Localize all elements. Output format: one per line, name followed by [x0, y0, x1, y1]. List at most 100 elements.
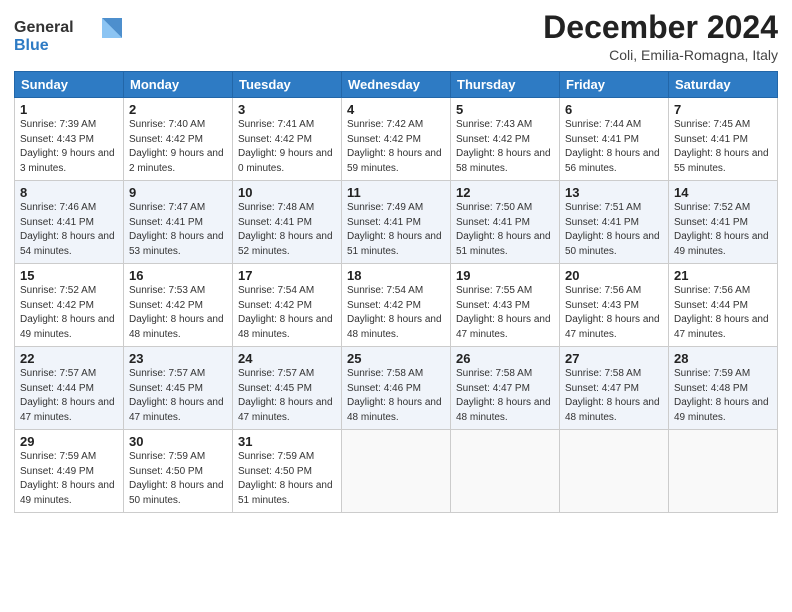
calendar-week-row: 15 Sunrise: 7:52 AMSunset: 4:42 PMDaylig…: [15, 264, 778, 347]
day-number: 4: [347, 102, 445, 117]
day-info: Sunrise: 7:59 AMSunset: 4:50 PMDaylight:…: [129, 450, 227, 508]
calendar-cell: 11 Sunrise: 7:49 AMSunset: 4:41 PMDaylig…: [342, 181, 451, 264]
calendar-header-saturday: Saturday: [669, 72, 778, 98]
calendar-cell: 24 Sunrise: 7:57 AMSunset: 4:45 PMDaylig…: [233, 347, 342, 430]
day-number: 22: [20, 351, 118, 366]
day-info: Sunrise: 7:39 AMSunset: 4:43 PMDaylight:…: [20, 118, 118, 176]
calendar-table: SundayMondayTuesdayWednesdayThursdayFrid…: [14, 71, 778, 513]
calendar-cell: 3 Sunrise: 7:41 AMSunset: 4:42 PMDayligh…: [233, 98, 342, 181]
svg-text:Blue: Blue: [14, 37, 49, 54]
general-blue-logo: General Blue: [14, 14, 124, 58]
day-info: Sunrise: 7:45 AMSunset: 4:41 PMDaylight:…: [674, 118, 772, 176]
calendar-cell: 14 Sunrise: 7:52 AMSunset: 4:41 PMDaylig…: [669, 181, 778, 264]
calendar-week-row: 1 Sunrise: 7:39 AMSunset: 4:43 PMDayligh…: [15, 98, 778, 181]
calendar-cell: 29 Sunrise: 7:59 AMSunset: 4:49 PMDaylig…: [15, 430, 124, 513]
day-number: 2: [129, 102, 227, 117]
day-info: Sunrise: 7:48 AMSunset: 4:41 PMDaylight:…: [238, 201, 336, 259]
calendar-cell: 8 Sunrise: 7:46 AMSunset: 4:41 PMDayligh…: [15, 181, 124, 264]
day-number: 21: [674, 268, 772, 283]
day-number: 18: [347, 268, 445, 283]
day-info: Sunrise: 7:58 AMSunset: 4:47 PMDaylight:…: [456, 367, 554, 425]
day-number: 6: [565, 102, 663, 117]
calendar-cell: 27 Sunrise: 7:58 AMSunset: 4:47 PMDaylig…: [560, 347, 669, 430]
calendar-cell: 25 Sunrise: 7:58 AMSunset: 4:46 PMDaylig…: [342, 347, 451, 430]
day-info: Sunrise: 7:59 AMSunset: 4:49 PMDaylight:…: [20, 450, 118, 508]
day-number: 12: [456, 185, 554, 200]
calendar-cell: 30 Sunrise: 7:59 AMSunset: 4:50 PMDaylig…: [124, 430, 233, 513]
logo: General Blue: [14, 14, 124, 63]
day-number: 17: [238, 268, 336, 283]
calendar-cell: 19 Sunrise: 7:55 AMSunset: 4:43 PMDaylig…: [451, 264, 560, 347]
day-info: Sunrise: 7:59 AMSunset: 4:48 PMDaylight:…: [674, 367, 772, 425]
day-number: 20: [565, 268, 663, 283]
day-number: 14: [674, 185, 772, 200]
day-info: Sunrise: 7:46 AMSunset: 4:41 PMDaylight:…: [20, 201, 118, 259]
day-number: 16: [129, 268, 227, 283]
calendar-cell: [342, 430, 451, 513]
title-block: December 2024 Coli, Emilia-Romagna, Ital…: [543, 10, 778, 63]
calendar-week-row: 22 Sunrise: 7:57 AMSunset: 4:44 PMDaylig…: [15, 347, 778, 430]
day-number: 11: [347, 185, 445, 200]
day-info: Sunrise: 7:58 AMSunset: 4:47 PMDaylight:…: [565, 367, 663, 425]
day-number: 5: [456, 102, 554, 117]
day-number: 9: [129, 185, 227, 200]
calendar-cell: 13 Sunrise: 7:51 AMSunset: 4:41 PMDaylig…: [560, 181, 669, 264]
subtitle: Coli, Emilia-Romagna, Italy: [543, 47, 778, 63]
calendar-header-thursday: Thursday: [451, 72, 560, 98]
main-title: December 2024: [543, 10, 778, 45]
calendar-week-row: 8 Sunrise: 7:46 AMSunset: 4:41 PMDayligh…: [15, 181, 778, 264]
day-number: 31: [238, 434, 336, 449]
day-info: Sunrise: 7:55 AMSunset: 4:43 PMDaylight:…: [456, 284, 554, 342]
day-number: 29: [20, 434, 118, 449]
calendar-header-wednesday: Wednesday: [342, 72, 451, 98]
calendar-header-friday: Friday: [560, 72, 669, 98]
day-info: Sunrise: 7:52 AMSunset: 4:42 PMDaylight:…: [20, 284, 118, 342]
day-info: Sunrise: 7:42 AMSunset: 4:42 PMDaylight:…: [347, 118, 445, 176]
day-number: 23: [129, 351, 227, 366]
calendar-cell: 18 Sunrise: 7:54 AMSunset: 4:42 PMDaylig…: [342, 264, 451, 347]
day-info: Sunrise: 7:54 AMSunset: 4:42 PMDaylight:…: [238, 284, 336, 342]
calendar-cell: [560, 430, 669, 513]
day-info: Sunrise: 7:53 AMSunset: 4:42 PMDaylight:…: [129, 284, 227, 342]
calendar-cell: 10 Sunrise: 7:48 AMSunset: 4:41 PMDaylig…: [233, 181, 342, 264]
calendar-cell: 15 Sunrise: 7:52 AMSunset: 4:42 PMDaylig…: [15, 264, 124, 347]
calendar-header-tuesday: Tuesday: [233, 72, 342, 98]
day-info: Sunrise: 7:52 AMSunset: 4:41 PMDaylight:…: [674, 201, 772, 259]
header: General Blue December 2024 Coli, Emilia-…: [14, 10, 778, 63]
calendar-header-row: SundayMondayTuesdayWednesdayThursdayFrid…: [15, 72, 778, 98]
calendar-cell: 31 Sunrise: 7:59 AMSunset: 4:50 PMDaylig…: [233, 430, 342, 513]
calendar-cell: 9 Sunrise: 7:47 AMSunset: 4:41 PMDayligh…: [124, 181, 233, 264]
day-number: 24: [238, 351, 336, 366]
calendar-header-sunday: Sunday: [15, 72, 124, 98]
calendar-cell: [451, 430, 560, 513]
day-info: Sunrise: 7:44 AMSunset: 4:41 PMDaylight:…: [565, 118, 663, 176]
calendar-header-monday: Monday: [124, 72, 233, 98]
day-number: 25: [347, 351, 445, 366]
day-info: Sunrise: 7:49 AMSunset: 4:41 PMDaylight:…: [347, 201, 445, 259]
calendar-cell: 17 Sunrise: 7:54 AMSunset: 4:42 PMDaylig…: [233, 264, 342, 347]
day-number: 7: [674, 102, 772, 117]
day-number: 8: [20, 185, 118, 200]
day-info: Sunrise: 7:43 AMSunset: 4:42 PMDaylight:…: [456, 118, 554, 176]
day-info: Sunrise: 7:50 AMSunset: 4:41 PMDaylight:…: [456, 201, 554, 259]
day-info: Sunrise: 7:58 AMSunset: 4:46 PMDaylight:…: [347, 367, 445, 425]
calendar-cell: 21 Sunrise: 7:56 AMSunset: 4:44 PMDaylig…: [669, 264, 778, 347]
calendar-cell: 22 Sunrise: 7:57 AMSunset: 4:44 PMDaylig…: [15, 347, 124, 430]
day-number: 27: [565, 351, 663, 366]
logo-text-block: General Blue: [14, 14, 124, 63]
calendar-cell: 1 Sunrise: 7:39 AMSunset: 4:43 PMDayligh…: [15, 98, 124, 181]
page: General Blue December 2024 Coli, Emilia-…: [0, 0, 792, 612]
day-number: 10: [238, 185, 336, 200]
day-info: Sunrise: 7:54 AMSunset: 4:42 PMDaylight:…: [347, 284, 445, 342]
day-number: 3: [238, 102, 336, 117]
day-number: 15: [20, 268, 118, 283]
calendar-cell: 16 Sunrise: 7:53 AMSunset: 4:42 PMDaylig…: [124, 264, 233, 347]
day-number: 13: [565, 185, 663, 200]
svg-text:General: General: [14, 19, 74, 36]
calendar-cell: 5 Sunrise: 7:43 AMSunset: 4:42 PMDayligh…: [451, 98, 560, 181]
day-info: Sunrise: 7:47 AMSunset: 4:41 PMDaylight:…: [129, 201, 227, 259]
day-info: Sunrise: 7:57 AMSunset: 4:45 PMDaylight:…: [238, 367, 336, 425]
calendar-week-row: 29 Sunrise: 7:59 AMSunset: 4:49 PMDaylig…: [15, 430, 778, 513]
day-info: Sunrise: 7:51 AMSunset: 4:41 PMDaylight:…: [565, 201, 663, 259]
day-number: 30: [129, 434, 227, 449]
